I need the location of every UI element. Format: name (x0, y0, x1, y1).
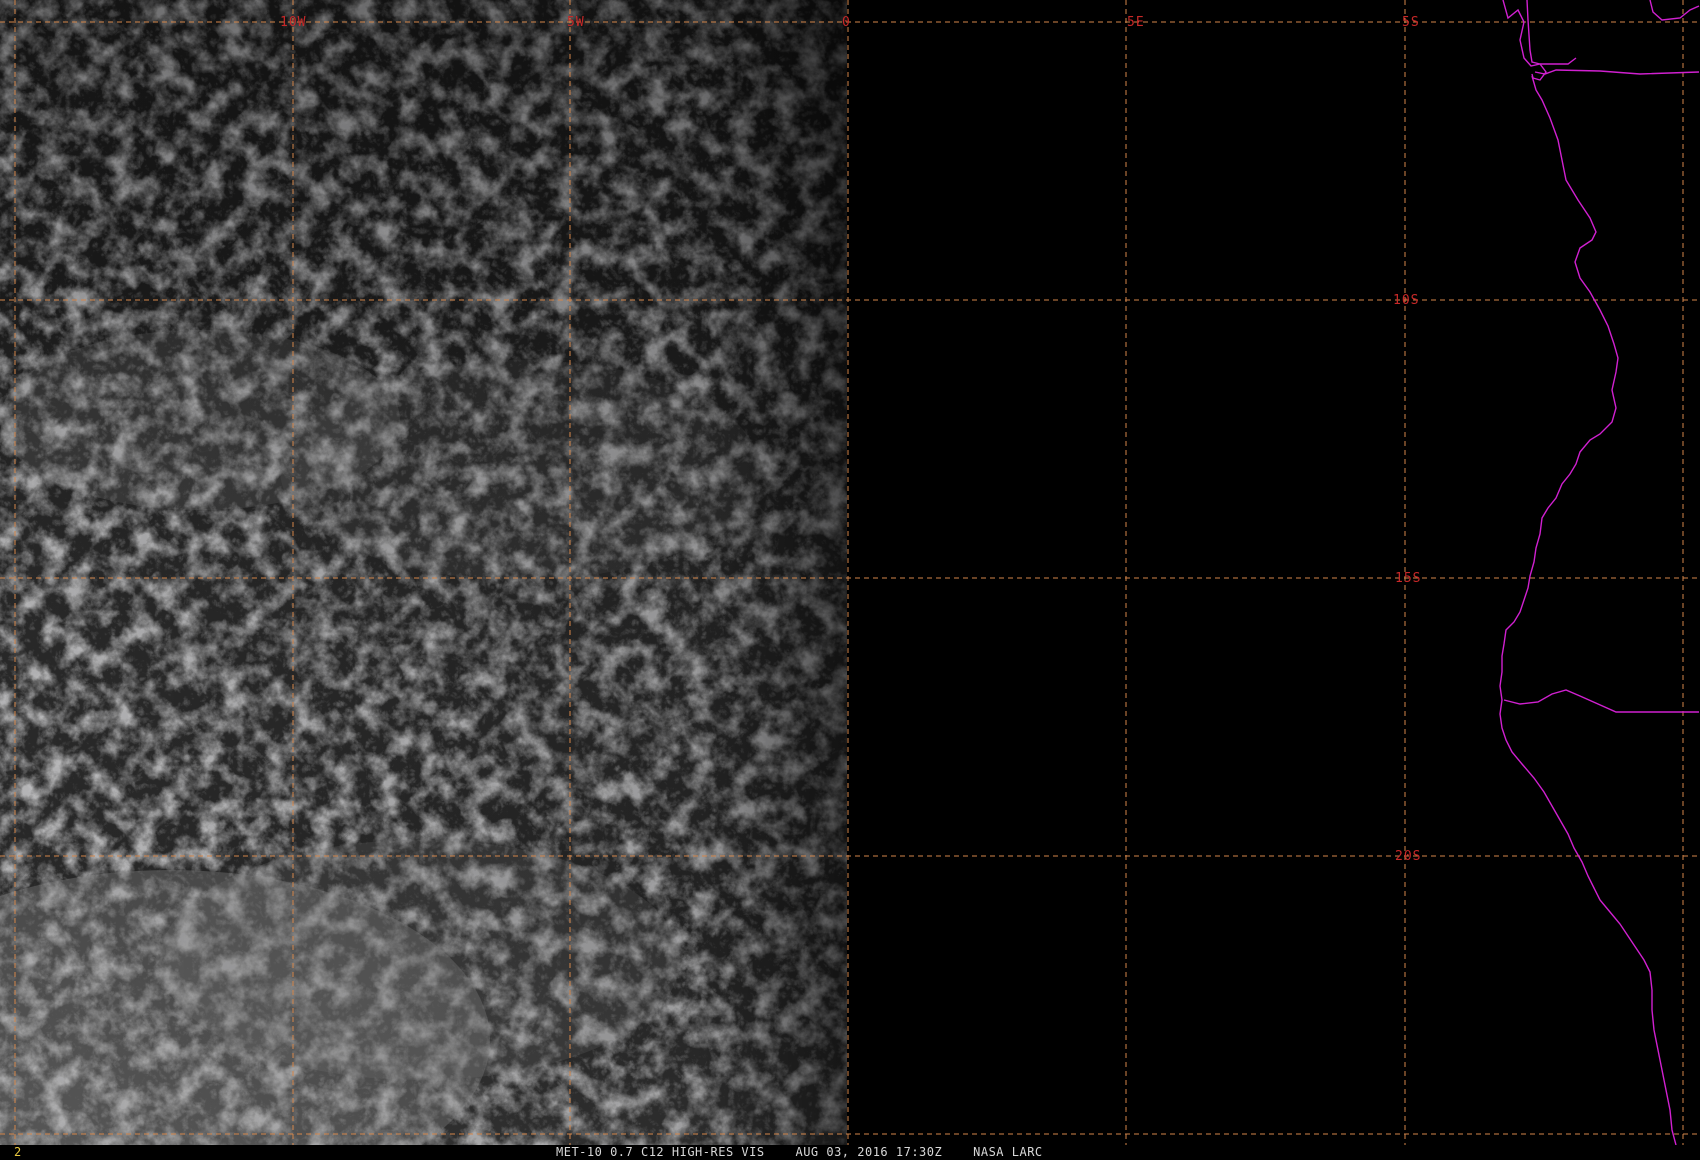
cloud-field (0, 0, 847, 1145)
longitude-label: 5E (1127, 15, 1145, 30)
satellite-viewer: 10W 5W 0 5E 5S 10S 15S 20S 2 MET-10 0.7 … (0, 0, 1700, 1160)
latitude-label: 5S (1402, 15, 1420, 30)
product-caption-bar: 2 MET-10 0.7 C12 HIGH-RES VIS AUG 03, 20… (0, 1145, 1700, 1160)
latitude-label: 15S (1395, 571, 1421, 586)
longitude-label: 0 (842, 15, 851, 30)
frame-number: 2 (14, 1145, 22, 1159)
satellite-image: 10W 5W 0 5E 5S 10S 15S 20S (0, 0, 1700, 1160)
product-caption: MET-10 0.7 C12 HIGH-RES VIS AUG 03, 2016… (556, 1145, 1043, 1159)
latitude-label: 20S (1395, 849, 1421, 864)
longitude-label: 5W (567, 15, 585, 30)
latitude-label: 10S (1393, 293, 1419, 308)
longitude-label: 10W (280, 15, 306, 30)
